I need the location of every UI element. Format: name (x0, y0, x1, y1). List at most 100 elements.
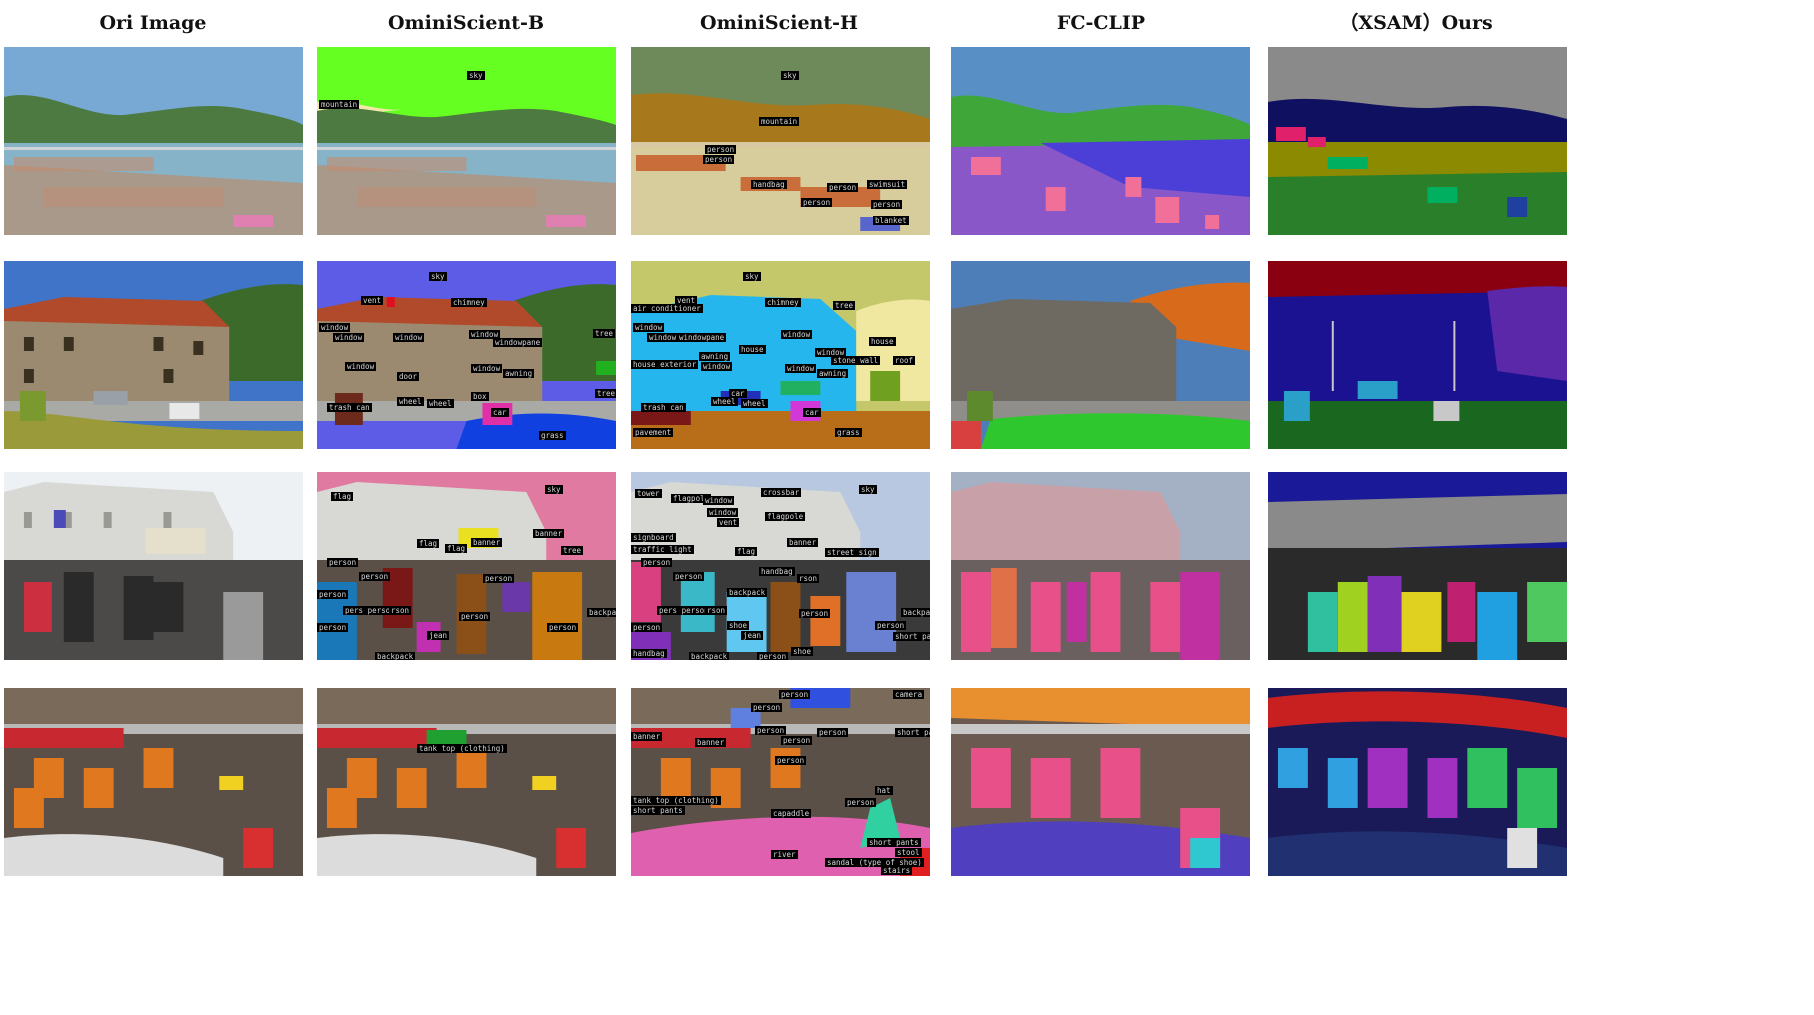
label: person (359, 572, 391, 581)
label: shoe (791, 647, 814, 656)
label: window (701, 362, 733, 371)
label: banner (471, 538, 503, 547)
label: sky (859, 485, 877, 494)
label: tower (635, 489, 662, 498)
label: flag (445, 544, 468, 553)
label: traffic light (631, 545, 694, 554)
label: person (827, 183, 859, 192)
label: crossbar (761, 488, 802, 497)
label: box (471, 392, 489, 401)
label: grass (835, 428, 862, 437)
r3-ominiscient-b: flag sky flag flag banner banner tree pe… (317, 472, 616, 660)
label: banner (695, 738, 727, 747)
label: window (471, 364, 503, 373)
label: person (875, 621, 907, 630)
label: hat (875, 786, 893, 795)
label: backpack (375, 652, 416, 660)
label: wheel (741, 399, 768, 408)
r1-ori-image (4, 47, 303, 235)
r3-xsam-ours (1268, 472, 1567, 660)
label: short pants (893, 632, 930, 641)
label: shoe (727, 621, 750, 630)
label: roof (893, 356, 916, 365)
label: vent (361, 296, 384, 305)
label: short pants (867, 838, 921, 847)
label: person (801, 198, 833, 207)
label: person (817, 728, 849, 737)
label: banner (631, 732, 663, 741)
label: short pants (631, 806, 685, 815)
label: blanket (873, 216, 909, 225)
label: person (705, 145, 737, 154)
label: chimney (451, 298, 487, 307)
r4-xsam-ours (1268, 688, 1567, 876)
label: person (775, 756, 807, 765)
label: person (327, 558, 359, 567)
label: jean (741, 631, 764, 640)
label: vent (717, 518, 740, 527)
label: person (779, 690, 811, 699)
label: house (869, 337, 896, 346)
label: door (397, 372, 420, 381)
label: swimsuit (867, 180, 908, 189)
r1-xsam-ours (1268, 47, 1567, 235)
label: person (871, 200, 903, 209)
r3-ominiscient-h: tower flagpole window crossbar sky windo… (631, 472, 930, 660)
label: tank top (clothing) (417, 744, 507, 753)
comparison-figure: Ori Image OminiScient-B OminiScient-H FC… (0, 0, 1814, 1015)
label: tree (593, 329, 616, 338)
header-xsam-ours: （XSAM）Ours (1339, 12, 1493, 34)
label: awning (817, 369, 849, 378)
label: tree (833, 301, 856, 310)
r4-fc-clip (951, 688, 1250, 876)
label: backpack (727, 588, 768, 597)
label: stone wall (831, 356, 881, 365)
label: window (647, 333, 679, 342)
label: wheel (427, 399, 454, 408)
r3-ori-image (4, 472, 303, 660)
label: window (703, 496, 735, 505)
label: jean (427, 631, 450, 640)
label: grass (539, 431, 566, 440)
label: tree (595, 389, 616, 398)
r3-fc-clip (951, 472, 1250, 660)
label: capaddle (771, 809, 812, 818)
label: rson (797, 574, 820, 583)
label: sky (781, 71, 799, 80)
label: window (319, 323, 351, 332)
label: sky (467, 71, 485, 80)
label: person (755, 726, 787, 735)
label: handbag (759, 567, 795, 576)
r2-ominiscient-b: sky vent chimney window window window wi… (317, 261, 616, 449)
label: trash can (641, 403, 686, 412)
label: window (707, 508, 739, 517)
label: banner (787, 538, 819, 547)
label: handbag (751, 180, 787, 189)
r2-ominiscient-h: sky vent air conditioner chimney tree wi… (631, 261, 930, 449)
label: awning (503, 369, 535, 378)
r2-ori-image (4, 261, 303, 449)
header-ominiscient-b: OminiScient-B (387, 12, 545, 34)
label: person (781, 736, 813, 745)
header-ominiscient-h: OminiScient-H (700, 12, 858, 34)
label: person (799, 609, 831, 618)
label: sky (429, 272, 447, 281)
label: trash can (327, 403, 372, 412)
r1-ominiscient-h: sky mountain person person handbag perso… (631, 47, 930, 235)
label: flag (417, 539, 440, 548)
label: stairs (881, 866, 913, 875)
label: person (673, 572, 705, 581)
label: awning (699, 352, 731, 361)
label: mountain (319, 100, 360, 109)
label: rson (389, 606, 412, 615)
label: window (785, 364, 817, 373)
label: car (803, 408, 821, 417)
label: backpack (689, 652, 730, 660)
label: person (459, 612, 491, 621)
header-ori-image: Ori Image (99, 12, 207, 34)
label: house exterior (631, 360, 699, 369)
label: backpack (901, 608, 930, 617)
header-fc-clip: FC-CLIP (1056, 12, 1146, 34)
label: person (317, 590, 349, 599)
r4-ominiscient-h: person camera person banner banner perso… (631, 688, 930, 876)
